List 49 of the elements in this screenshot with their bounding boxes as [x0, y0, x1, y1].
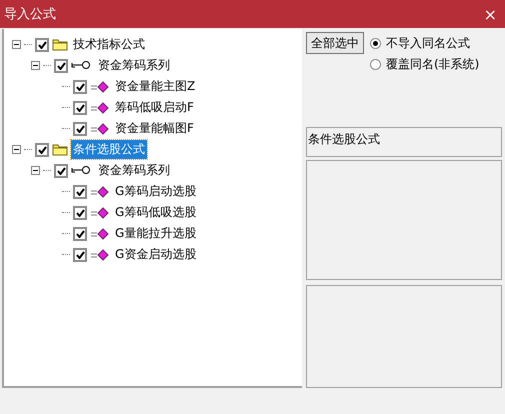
radio-button[interactable] [370, 38, 381, 49]
formula-icon [90, 206, 110, 218]
tree-item[interactable]: 筹码低吸启动F [113, 98, 196, 117]
window-title: 导入公式 [4, 6, 56, 23]
checkbox[interactable] [73, 100, 87, 114]
minus-icon [33, 63, 38, 68]
tree-item[interactable]: G筹码启动选股 [113, 182, 198, 201]
formula-icon [90, 186, 110, 198]
checkbox[interactable] [35, 142, 49, 156]
formula-icon [90, 248, 110, 260]
select-all-button[interactable]: 全部选中 [306, 32, 364, 54]
option-label: 覆盖同名(非系统) [386, 56, 480, 73]
folder-icon [52, 38, 68, 51]
checkbox[interactable] [73, 122, 87, 136]
minus-icon [14, 42, 19, 47]
tree-item[interactable]: 资金量能主图Z [113, 77, 198, 96]
tree-item[interactable]: 资金筹码系列 [96, 56, 172, 75]
collapse-toggle[interactable] [12, 145, 21, 154]
checkbox[interactable] [73, 184, 87, 198]
option-label: 不导入同名公式 [386, 35, 470, 52]
tree-item[interactable]: 资金量能幅图F [113, 119, 196, 138]
folder-icon [52, 143, 68, 156]
formula-icon [90, 122, 110, 134]
tree-item[interactable]: G资金启动选股 [113, 245, 198, 264]
tree-item[interactable]: 技术指标公式 [71, 35, 147, 54]
checkbox[interactable] [73, 206, 87, 220]
formula-icon [90, 102, 110, 114]
tree-item[interactable]: 条件选股公式 [71, 140, 147, 159]
tree-item[interactable]: G量能拉升选股 [113, 224, 198, 243]
checkbox[interactable] [35, 38, 49, 52]
info-field: 条件选股公式 [306, 127, 502, 157]
tree-item[interactable]: 资金筹码系列 [96, 161, 172, 180]
checkbox[interactable] [73, 226, 87, 240]
checkbox[interactable] [73, 80, 87, 94]
formula-icon [90, 80, 110, 92]
minus-icon [14, 147, 19, 152]
checkbox[interactable] [54, 164, 68, 178]
key-icon [71, 166, 93, 176]
key-icon [71, 60, 93, 70]
radio-button[interactable] [370, 59, 381, 70]
tree-item[interactable]: G筹码低吸选股 [113, 203, 198, 222]
collapse-toggle[interactable] [31, 61, 40, 70]
checkbox[interactable] [54, 58, 68, 72]
collapse-toggle[interactable] [31, 166, 40, 175]
formula-icon [90, 228, 110, 240]
checkbox[interactable] [73, 248, 87, 262]
collapse-toggle[interactable] [12, 40, 21, 49]
minus-icon [33, 168, 38, 173]
close-button[interactable]: × [482, 4, 499, 24]
